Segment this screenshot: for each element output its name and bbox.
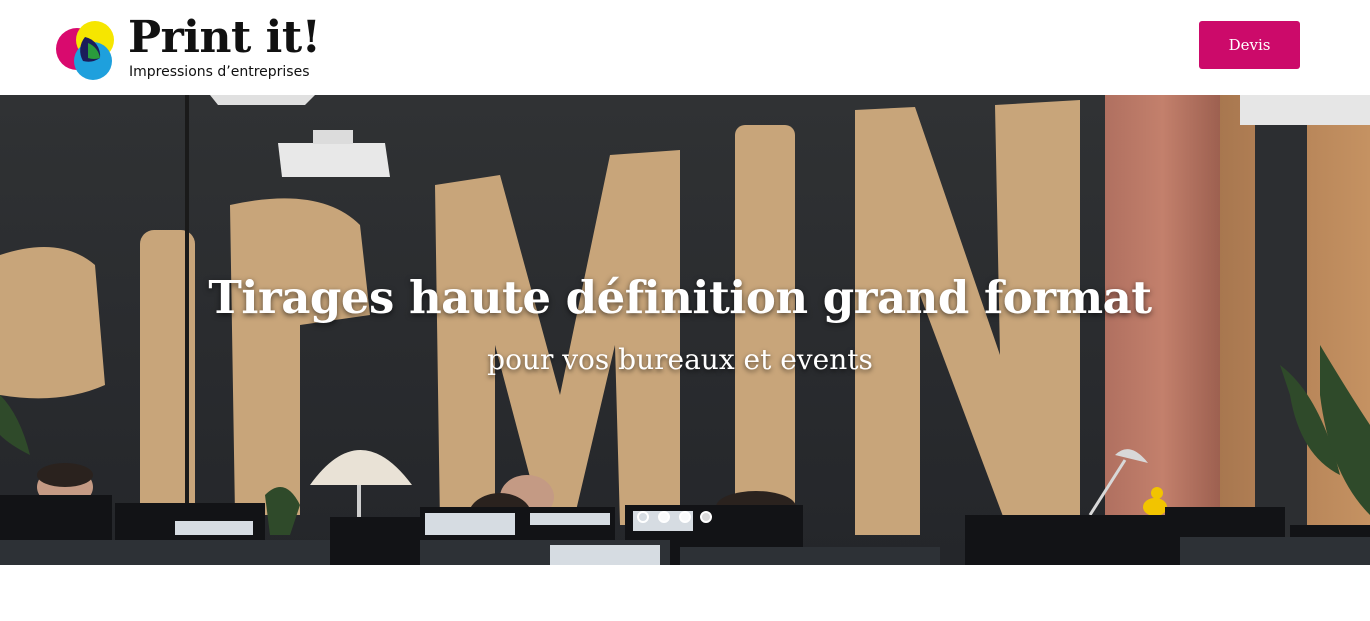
logo[interactable]: Print it! Impressions d’entreprises: [55, 13, 325, 83]
logo-title: Print it!: [128, 12, 321, 63]
hero-title: Tirages haute définition grand format: [208, 271, 1152, 324]
devis-button[interactable]: Devis: [1199, 21, 1300, 69]
site-header: Print it! Impressions d’entreprises Devi…: [0, 0, 1370, 95]
carousel-dot-1[interactable]: [637, 511, 649, 523]
hero-subtitle: pour vos bureaux et events: [487, 343, 873, 376]
carousel-dot-3[interactable]: [679, 511, 691, 523]
logo-subtitle: Impressions d’entreprises: [129, 64, 310, 80]
hero-carousel: Tirages haute définition grand format po…: [0, 95, 1370, 565]
carousel-dot-4[interactable]: [700, 511, 712, 523]
carousel-indicators: [637, 511, 712, 527]
logo-circles-icon: [56, 21, 114, 80]
carousel-dot-2[interactable]: [658, 511, 670, 523]
hero-office-image: [0, 95, 1370, 565]
